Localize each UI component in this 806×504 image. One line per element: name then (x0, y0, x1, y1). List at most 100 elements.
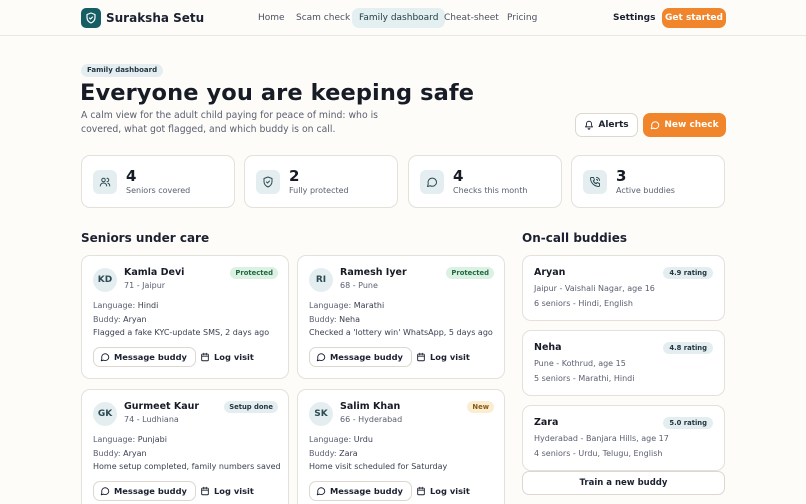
senior-activity-note: Home visit scheduled for Saturday (309, 462, 448, 471)
senior-name: Ramesh Iyer (340, 267, 407, 278)
status-badge: Setup done (224, 401, 278, 413)
avatar: GK (93, 402, 117, 426)
senior-meta: 71 - Jaipur (124, 281, 166, 290)
senior-activity-note: Flagged a fake KYC-update SMS, 2 days ag… (93, 328, 270, 337)
stat-value: 4 (126, 167, 137, 185)
message-buddy-button[interactable]: Message buddy (93, 347, 196, 367)
calendar-icon (200, 486, 210, 496)
senior-buddy: Buddy: Aryan (93, 315, 147, 324)
senior-activity-note: Home setup completed, family numbers sav… (93, 462, 281, 471)
alerts-button[interactable]: Alerts (575, 113, 638, 137)
senior-language: Language: Urdu (309, 435, 373, 444)
senior-card-ramesh-iyer: RI Ramesh Iyer 68 - Pune Protected Langu… (297, 255, 505, 379)
avatar: RI (309, 268, 333, 292)
buddy-location: Jaipur - Vaishali Nagar, age 16 (534, 284, 655, 293)
status-badge: Protected (230, 267, 278, 279)
buddy-languages: 6 seniors - Hindi, English (534, 299, 633, 308)
chat-icon (100, 352, 110, 362)
senior-name: Gurmeet Kaur (124, 401, 200, 412)
bell-icon (584, 120, 594, 130)
nav-pricing[interactable]: Pricing (500, 8, 544, 28)
calendar-icon (416, 486, 426, 496)
chat-icon (100, 486, 110, 496)
phone-icon (583, 170, 607, 194)
message-buddy-button[interactable]: Message buddy (93, 481, 196, 501)
top-navigation-bar: Suraksha Setu Home Scam check Family das… (0, 0, 806, 36)
buddy-card-aryan[interactable]: Aryan 4.9 rating Jaipur - Vaishali Nagar… (522, 255, 725, 321)
stat-label: Active buddies (616, 186, 675, 195)
stat-card-fully-protected: 2 Fully protected (244, 155, 398, 208)
message-buddy-button[interactable]: Message buddy (309, 481, 412, 501)
message-icon (420, 170, 444, 194)
senior-name: Kamla Devi (124, 267, 185, 278)
settings-link[interactable]: Settings (613, 13, 655, 23)
log-visit-button[interactable]: Log visit (416, 347, 470, 367)
senior-buddy: Buddy: Aryan (93, 449, 147, 458)
brand-name: Suraksha Setu (106, 11, 205, 25)
senior-meta: 74 - Ludhiana (124, 415, 179, 424)
log-visit-button[interactable]: Log visit (200, 481, 254, 501)
stat-value: 4 (453, 167, 464, 185)
rating-badge: 4.8 rating (663, 342, 713, 354)
calendar-icon (416, 352, 426, 362)
nav-home[interactable]: Home (251, 8, 292, 28)
page-title: Everyone you are keeping safe (80, 80, 475, 106)
senior-meta: 68 - Pune (340, 281, 378, 290)
stat-value: 2 (289, 167, 300, 185)
buddy-languages: 4 seniors - Urdu, Telugu, English (534, 449, 663, 458)
status-badge: Protected (446, 267, 494, 279)
message-buddy-button[interactable]: Message buddy (309, 347, 412, 367)
buddy-name: Aryan (534, 267, 566, 278)
buddy-name: Neha (534, 342, 562, 353)
shield-icon (81, 8, 101, 28)
alerts-label: Alerts (598, 120, 629, 130)
status-badge: New (467, 401, 494, 413)
senior-card-salim-khan: SK Salim Khan 66 - Hyderabad New Languag… (297, 389, 505, 504)
stat-card-checks-this-month: 4 Checks this month (408, 155, 562, 208)
stat-label: Fully protected (289, 186, 349, 195)
buddy-name: Zara (534, 417, 559, 428)
seniors-section-title: Seniors under care (81, 231, 210, 245)
senior-language: Language: Marathi (309, 301, 385, 310)
senior-buddy: Buddy: Neha (309, 315, 360, 324)
buddy-card-zara[interactable]: Zara 5.0 rating Hyderabad - Banjara Hill… (522, 405, 725, 471)
chat-icon (316, 352, 326, 362)
senior-buddy: Buddy: Zara (309, 449, 358, 458)
nav-family-dashboard[interactable]: Family dashboard (352, 8, 446, 28)
brand[interactable]: Suraksha Setu (81, 8, 204, 28)
train-new-buddy-button[interactable]: Train a new buddy (522, 471, 725, 495)
nav-cheat-sheet[interactable]: Cheat-sheet (437, 8, 506, 28)
rating-badge: 5.0 rating (663, 417, 713, 429)
new-check-button[interactable]: New check (643, 113, 726, 137)
buddies-section-title: On-call buddies (522, 231, 628, 245)
buddy-card-neha[interactable]: Neha 4.8 rating Pune - Kothrud, age 15 5… (522, 330, 725, 396)
buddy-languages: 5 seniors - Marathi, Hindi (534, 374, 635, 383)
calendar-icon (200, 352, 210, 362)
senior-language: Language: Hindi (93, 301, 159, 310)
chat-icon (316, 486, 326, 496)
shield-check-icon (256, 170, 280, 194)
stat-card-seniors-covered: 4 Seniors covered (81, 155, 235, 208)
stat-value: 3 (616, 167, 627, 185)
log-visit-button[interactable]: Log visit (416, 481, 470, 501)
stat-label: Checks this month (453, 186, 528, 195)
senior-language: Language: Punjabi (93, 435, 167, 444)
get-started-button[interactable]: Get started (662, 8, 726, 28)
nav-scam-check[interactable]: Scam check (289, 8, 357, 28)
page-subtitle: A calm view for the adult child paying f… (81, 110, 379, 135)
message-icon (650, 120, 660, 130)
log-visit-button[interactable]: Log visit (200, 347, 254, 367)
senior-card-gurmeet-kaur: GK Gurmeet Kaur 74 - Ludhiana Setup done… (81, 389, 289, 504)
page-eyebrow-badge: Family dashboard (81, 64, 164, 77)
stat-label: Seniors covered (126, 186, 191, 195)
senior-card-kamla-devi: KD Kamla Devi 71 - Jaipur Protected Lang… (81, 255, 289, 379)
buddy-location: Pune - Kothrud, age 15 (534, 359, 626, 368)
senior-name: Salim Khan (340, 401, 401, 412)
stat-card-active-buddies: 3 Active buddies (571, 155, 725, 208)
buddy-location: Hyderabad - Banjara Hills, age 17 (534, 434, 669, 443)
rating-badge: 4.9 rating (663, 267, 713, 279)
new-check-label: New check (664, 120, 719, 130)
avatar: SK (309, 402, 333, 426)
avatar: KD (93, 268, 117, 292)
senior-meta: 66 - Hyderabad (340, 415, 403, 424)
